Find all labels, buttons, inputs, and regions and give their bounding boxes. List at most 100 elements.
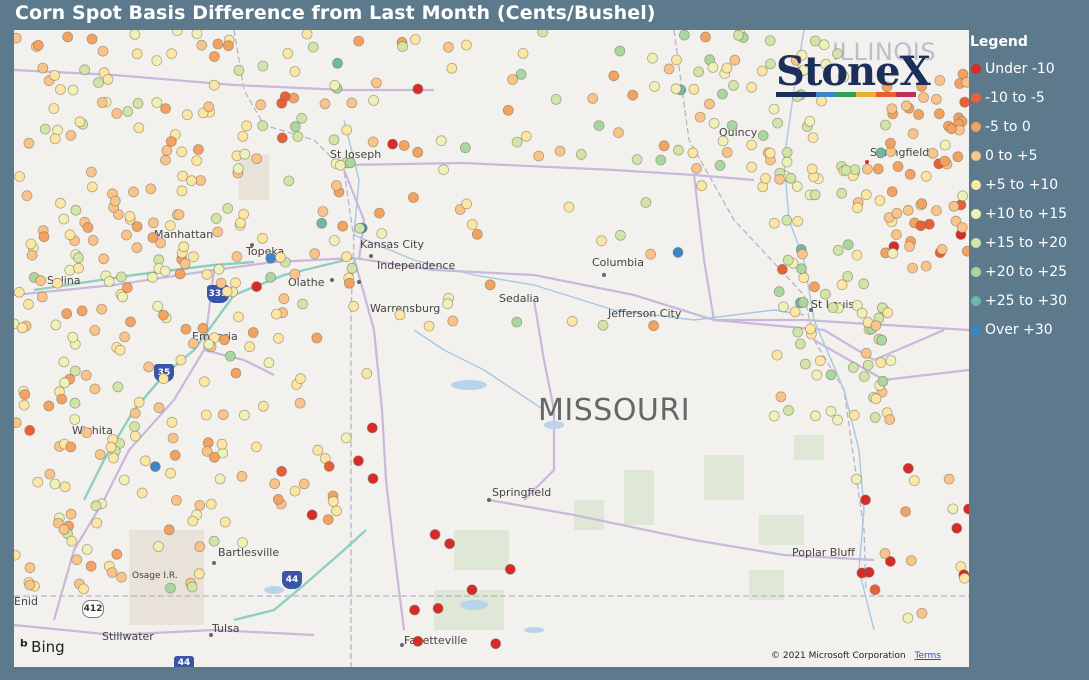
basis-point-marker[interactable] (361, 368, 373, 379)
basis-point-marker[interactable] (307, 41, 319, 53)
basis-point-marker[interactable] (836, 187, 848, 199)
basis-point-marker[interactable] (237, 537, 248, 548)
basis-point-marker[interactable] (81, 427, 93, 439)
basis-point-marker[interactable] (407, 192, 419, 203)
basis-point-marker[interactable] (176, 185, 188, 197)
basis-point-marker[interactable] (717, 135, 729, 147)
basis-point-marker[interactable] (73, 252, 84, 264)
basis-point-marker[interactable] (880, 119, 891, 131)
basis-point-marker[interactable] (133, 122, 145, 134)
basis-point-marker[interactable] (139, 455, 151, 467)
basis-point-marker[interactable] (19, 389, 31, 400)
basis-point-marker[interactable] (175, 354, 187, 366)
basis-point-marker[interactable] (39, 123, 51, 135)
basis-point-marker[interactable] (129, 430, 141, 442)
basis-point-marker[interactable] (550, 94, 562, 105)
basis-point-marker[interactable] (257, 400, 269, 412)
basis-point-marker[interactable] (708, 117, 720, 129)
basis-point-marker[interactable] (82, 222, 94, 233)
basis-point-marker[interactable] (66, 535, 78, 547)
map-canvas[interactable]: St Joseph Manhattan Topeka Kansas City I… (14, 30, 969, 667)
basis-point-marker[interactable] (296, 112, 308, 124)
basis-point-marker[interactable] (163, 524, 175, 536)
basis-point-marker[interactable] (423, 320, 435, 332)
basis-point-marker[interactable] (216, 438, 228, 450)
basis-point-marker[interactable] (269, 478, 281, 490)
basis-point-marker[interactable] (165, 136, 177, 147)
basis-point-marker[interactable] (593, 120, 605, 131)
basis-point-marker[interactable] (963, 503, 969, 515)
basis-point-marker[interactable] (886, 103, 898, 115)
basis-point-marker[interactable] (251, 281, 263, 293)
basis-point-marker[interactable] (429, 529, 441, 540)
basis-point-marker[interactable] (951, 522, 963, 534)
basis-point-marker[interactable] (670, 83, 682, 95)
basis-point-marker[interactable] (387, 138, 399, 150)
basis-point-marker[interactable] (115, 271, 127, 283)
basis-point-marker[interactable] (814, 355, 826, 367)
basis-point-marker[interactable] (783, 404, 794, 416)
basis-point-marker[interactable] (191, 30, 203, 39)
basis-point-marker[interactable] (309, 248, 321, 260)
basis-point-marker[interactable] (265, 252, 277, 264)
basis-point-marker[interactable] (775, 391, 787, 403)
basis-point-marker[interactable] (615, 229, 626, 241)
basis-point-marker[interactable] (842, 239, 854, 251)
basis-point-marker[interactable] (159, 265, 171, 277)
basis-point-marker[interactable] (961, 76, 969, 88)
basis-point-marker[interactable] (257, 60, 269, 72)
basis-point-marker[interactable] (67, 331, 79, 343)
basis-point-marker[interactable] (49, 133, 61, 145)
basis-point-marker[interactable] (14, 32, 22, 44)
basis-point-marker[interactable] (537, 30, 549, 38)
basis-point-marker[interactable] (459, 142, 471, 154)
basis-point-marker[interactable] (884, 414, 896, 425)
basis-point-marker[interactable] (687, 147, 699, 159)
basis-point-marker[interactable] (49, 478, 61, 490)
basis-point-marker[interactable] (276, 465, 288, 477)
basis-point-marker[interactable] (613, 127, 624, 138)
basis-point-marker[interactable] (875, 147, 887, 159)
basis-point-marker[interactable] (38, 231, 50, 243)
basis-point-marker[interactable] (782, 254, 794, 266)
basis-point-marker[interactable] (933, 108, 945, 120)
basis-point-marker[interactable] (122, 106, 134, 117)
basis-point-marker[interactable] (649, 81, 660, 92)
legend-item[interactable]: +25 to +30 (970, 286, 1088, 315)
basis-point-marker[interactable] (131, 221, 143, 233)
basis-point-marker[interactable] (346, 262, 358, 274)
basis-point-marker[interactable] (608, 70, 620, 82)
basis-point-marker[interactable] (265, 271, 277, 283)
basis-point-marker[interactable] (276, 132, 288, 144)
basis-point-marker[interactable] (108, 452, 119, 464)
basis-point-marker[interactable] (946, 123, 957, 135)
basis-point-marker[interactable] (200, 409, 212, 421)
basis-point-marker[interactable] (151, 55, 163, 67)
basis-point-marker[interactable] (902, 204, 914, 216)
basis-point-marker[interactable] (97, 45, 109, 57)
basis-point-marker[interactable] (764, 147, 776, 159)
basis-point-marker[interactable] (136, 487, 148, 499)
basis-point-marker[interactable] (210, 213, 222, 224)
basis-point-marker[interactable] (187, 515, 199, 527)
basis-point-marker[interactable] (502, 104, 514, 116)
basis-point-marker[interactable] (847, 362, 859, 373)
basis-point-marker[interactable] (102, 74, 114, 85)
basis-point-marker[interactable] (86, 166, 97, 178)
basis-point-marker[interactable] (247, 327, 259, 338)
basis-point-marker[interactable] (851, 249, 863, 261)
basis-point-marker[interactable] (860, 347, 872, 359)
basis-point-marker[interactable] (317, 206, 329, 217)
basis-point-marker[interactable] (272, 493, 284, 505)
basis-point-marker[interactable] (554, 145, 566, 157)
basis-point-marker[interactable] (773, 286, 785, 298)
basis-point-marker[interactable] (927, 148, 939, 159)
basis-point-marker[interactable] (409, 604, 421, 616)
basis-point-marker[interactable] (129, 30, 141, 40)
basis-point-marker[interactable] (825, 405, 837, 417)
basis-point-marker[interactable] (446, 62, 458, 74)
basis-point-marker[interactable] (721, 62, 733, 74)
basis-point-marker[interactable] (746, 139, 757, 151)
basis-point-marker[interactable] (166, 48, 178, 60)
basis-point-marker[interactable] (197, 322, 209, 334)
